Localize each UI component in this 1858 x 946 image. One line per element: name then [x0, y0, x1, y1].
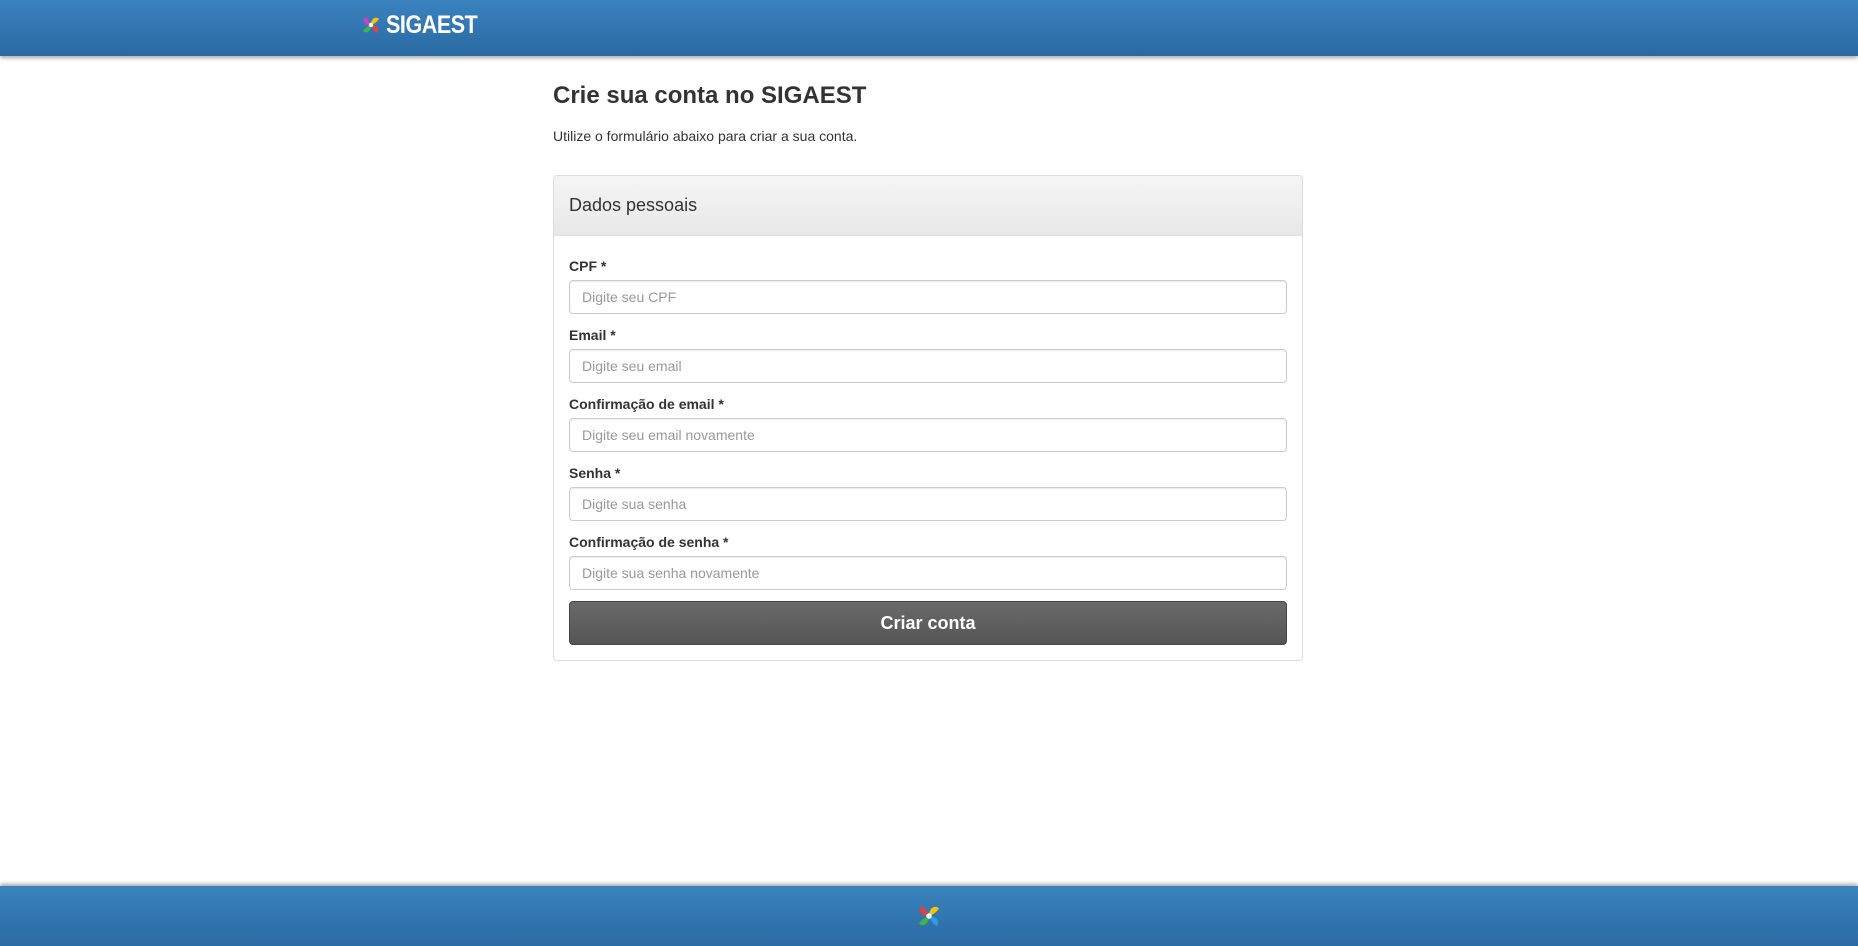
email-form-group: Email *: [569, 325, 1287, 383]
top-navbar: SIGAEST: [0, 0, 1858, 56]
cpf-label: CPF *: [569, 258, 607, 274]
create-account-form: CPF * Email * Confirmação de email * Sen…: [569, 256, 1287, 645]
password-confirmation-input[interactable]: [569, 556, 1287, 590]
password-form-group: Senha *: [569, 463, 1287, 521]
sigaest-pinwheel-logo-icon: [363, 17, 379, 33]
password-confirmation-label: Confirmação de senha *: [569, 534, 729, 550]
password-label: Senha *: [569, 465, 621, 481]
cpf-input[interactable]: [569, 280, 1287, 314]
page-title: Crie sua conta no SIGAEST: [553, 82, 867, 109]
cpf-form-group: CPF *: [569, 256, 1287, 314]
footer-bar: [0, 886, 1858, 946]
brand-logo-link[interactable]: SIGAEST: [359, 10, 492, 40]
email-confirmation-label: Confirmação de email *: [569, 396, 724, 412]
email-label: Email *: [569, 327, 616, 343]
password-confirmation-form-group: Confirmação de senha *: [569, 532, 1287, 590]
brand-name: SIGAEST: [386, 10, 478, 39]
email-input[interactable]: [569, 349, 1287, 383]
main-content: Crie sua conta no SIGAEST Utilize o form…: [553, 58, 1305, 661]
page-subtitle: Utilize o formulário abaixo para criar a…: [553, 128, 858, 144]
personal-data-panel: Dados pessoais CPF * Email * Confirmação…: [553, 175, 1303, 661]
sigaest-pinwheel-logo-icon: [919, 906, 939, 926]
email-confirmation-input[interactable]: [569, 418, 1287, 452]
panel-body: CPF * Email * Confirmação de email * Sen…: [554, 236, 1302, 660]
password-input[interactable]: [569, 487, 1287, 521]
email-confirmation-form-group: Confirmação de email *: [569, 394, 1287, 452]
panel-heading: Dados pessoais: [554, 176, 1302, 236]
panel-title: Dados pessoais: [569, 195, 698, 215]
create-account-button[interactable]: Criar conta: [569, 601, 1287, 645]
